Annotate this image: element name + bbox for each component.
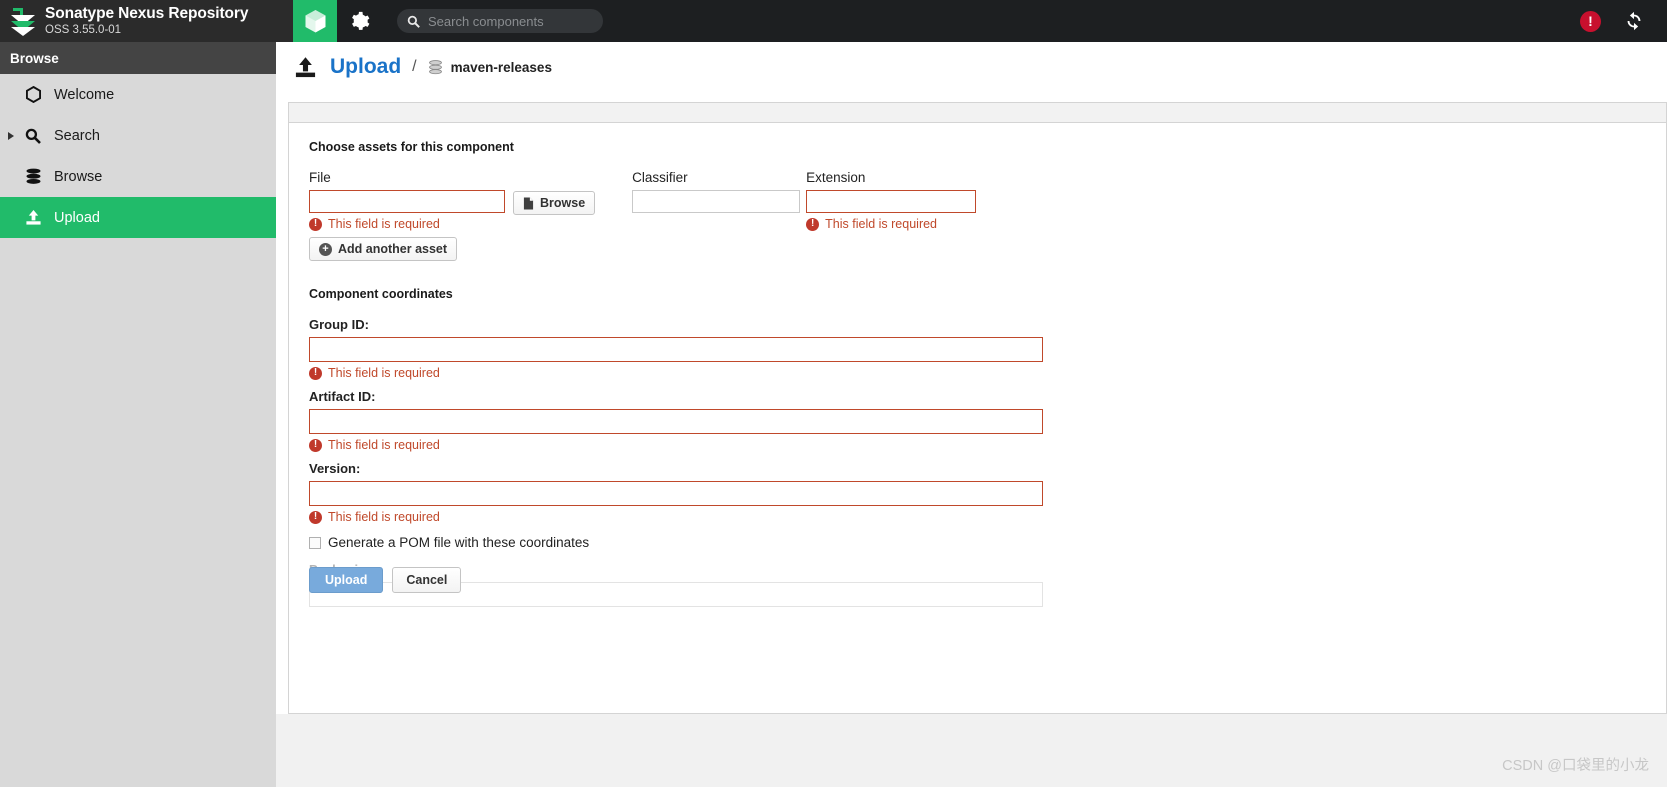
browse-button[interactable]: Browse xyxy=(513,191,596,215)
file-field-group: File ! This field is required xyxy=(309,170,505,231)
content-area: Upload / maven-releases Choose assets fo… xyxy=(276,42,1667,787)
database-icon xyxy=(22,168,44,185)
panel-body: Choose assets for this component File ! … xyxy=(289,123,1666,607)
extension-error-message: ! This field is required xyxy=(806,217,976,231)
extension-error-text: This field is required xyxy=(825,217,938,231)
plus-circle-icon: + xyxy=(319,242,332,256)
version-input[interactable] xyxy=(309,481,1043,506)
sidebar-item-welcome[interactable]: Welcome xyxy=(0,74,276,115)
watermark: CSDN @口袋里的小龙 xyxy=(1502,758,1649,774)
sidebar-header: Browse xyxy=(0,42,276,74)
add-another-asset-label: Add another asset xyxy=(338,242,448,256)
artifact-id-field-group: Artifact ID: ! This field is required xyxy=(309,389,1646,452)
classifier-label: Classifier xyxy=(632,170,688,185)
form-action-buttons: Upload Cancel xyxy=(309,567,462,593)
cancel-button[interactable]: Cancel xyxy=(392,567,462,593)
file-icon xyxy=(523,197,534,210)
upload-icon xyxy=(22,209,44,226)
artifact-id-error-text: This field is required xyxy=(328,438,440,452)
generate-pom-checkbox[interactable] xyxy=(309,536,321,549)
file-label: File xyxy=(309,170,331,185)
breadcrumb: Upload / maven-releases xyxy=(276,42,1667,92)
hexagon-icon xyxy=(22,86,44,103)
panel-title-strip xyxy=(289,103,1666,123)
chevron-right-icon[interactable] xyxy=(8,131,14,140)
asset-row: File ! This field is required Browse Cla… xyxy=(309,170,1646,231)
sidebar-item-browse[interactable]: Browse xyxy=(0,156,276,197)
upload-form-panel: Choose assets for this component File ! … xyxy=(288,102,1667,714)
nav-settings-button[interactable] xyxy=(337,0,381,42)
upload-icon xyxy=(294,56,317,79)
packaging-field-group: Packaging: xyxy=(309,562,1646,607)
top-bar: Sonatype Nexus Repository OSS 3.55.0-01 … xyxy=(0,0,1667,42)
content-background xyxy=(276,714,1667,787)
error-icon: ! xyxy=(309,510,322,524)
refresh-icon[interactable] xyxy=(1623,10,1645,32)
upload-button[interactable]: Upload xyxy=(309,567,384,593)
brand-area[interactable]: Sonatype Nexus Repository OSS 3.55.0-01 xyxy=(0,0,293,42)
extension-field-group: Extension ! This field is required xyxy=(806,170,977,231)
group-id-label: Group ID: xyxy=(309,317,369,332)
version-error-message: ! This field is required xyxy=(309,510,1646,524)
extension-label: Extension xyxy=(806,170,866,185)
browse-button-label: Browse xyxy=(540,196,586,210)
sidebar-item-label: Search xyxy=(54,127,100,144)
search-input[interactable] xyxy=(426,12,591,30)
generate-pom-label: Generate a POM file with these coordinat… xyxy=(328,535,590,550)
group-id-error-message: ! This field is required xyxy=(309,366,1646,380)
search-icon xyxy=(22,128,44,144)
search-icon xyxy=(407,15,420,28)
search-box[interactable] xyxy=(397,9,603,33)
error-icon: ! xyxy=(309,366,322,380)
nav-browse-button[interactable] xyxy=(293,0,337,42)
version-field-group: Version: ! This field is required xyxy=(309,461,1646,524)
group-id-field-group: Group ID: ! This field is required xyxy=(309,317,1646,380)
brand-version: OSS 3.55.0-01 xyxy=(45,24,122,37)
database-icon xyxy=(428,59,443,75)
sidebar-item-upload[interactable]: Upload xyxy=(0,197,276,238)
file-error-message: ! This field is required xyxy=(309,217,505,231)
error-icon: ! xyxy=(806,217,820,231)
cube-icon xyxy=(305,9,325,32)
packaging-label: Packaging: xyxy=(309,562,1646,577)
gear-icon xyxy=(351,11,369,30)
nexus-logo-icon xyxy=(11,8,35,36)
version-error-text: This field is required xyxy=(328,510,440,524)
error-icon: ! xyxy=(309,438,322,452)
version-label: Version: xyxy=(309,461,361,476)
artifact-id-label: Artifact ID: xyxy=(309,389,376,404)
classifier-input[interactable] xyxy=(632,190,801,213)
topbar-right-actions: ! xyxy=(1580,10,1667,32)
browse-button-group: Browse xyxy=(513,170,596,215)
sidebar-item-label: Browse xyxy=(54,168,103,185)
breadcrumb-repo-name[interactable]: maven-releases xyxy=(451,60,552,75)
brand-title: Sonatype Nexus Repository xyxy=(45,4,249,22)
sidebar-item-label: Upload xyxy=(54,209,100,226)
sidebar: Browse Welcome Search Browse Upload xyxy=(0,42,276,787)
group-id-input[interactable] xyxy=(309,337,1043,362)
error-badge[interactable]: ! xyxy=(1580,10,1601,32)
artifact-id-input[interactable] xyxy=(309,409,1043,434)
coordinates-section-title: Component coordinates xyxy=(309,287,453,301)
assets-section-title: Choose assets for this component xyxy=(309,140,514,154)
sidebar-item-label: Welcome xyxy=(54,86,115,103)
file-error-text: This field is required xyxy=(328,217,440,231)
breadcrumb-separator: / xyxy=(412,58,417,75)
group-id-error-text: This field is required xyxy=(328,366,440,380)
classifier-field-group: Classifier xyxy=(632,170,801,213)
page-title[interactable]: Upload xyxy=(330,55,401,79)
add-another-asset-button[interactable]: + Add another asset xyxy=(309,237,458,261)
generate-pom-row[interactable]: Generate a POM file with these coordinat… xyxy=(309,535,1646,550)
extension-input[interactable] xyxy=(806,190,977,213)
file-input[interactable] xyxy=(309,190,505,213)
error-icon: ! xyxy=(309,217,322,231)
sidebar-item-search[interactable]: Search xyxy=(0,115,276,156)
artifact-id-error-message: ! This field is required xyxy=(309,438,1646,452)
